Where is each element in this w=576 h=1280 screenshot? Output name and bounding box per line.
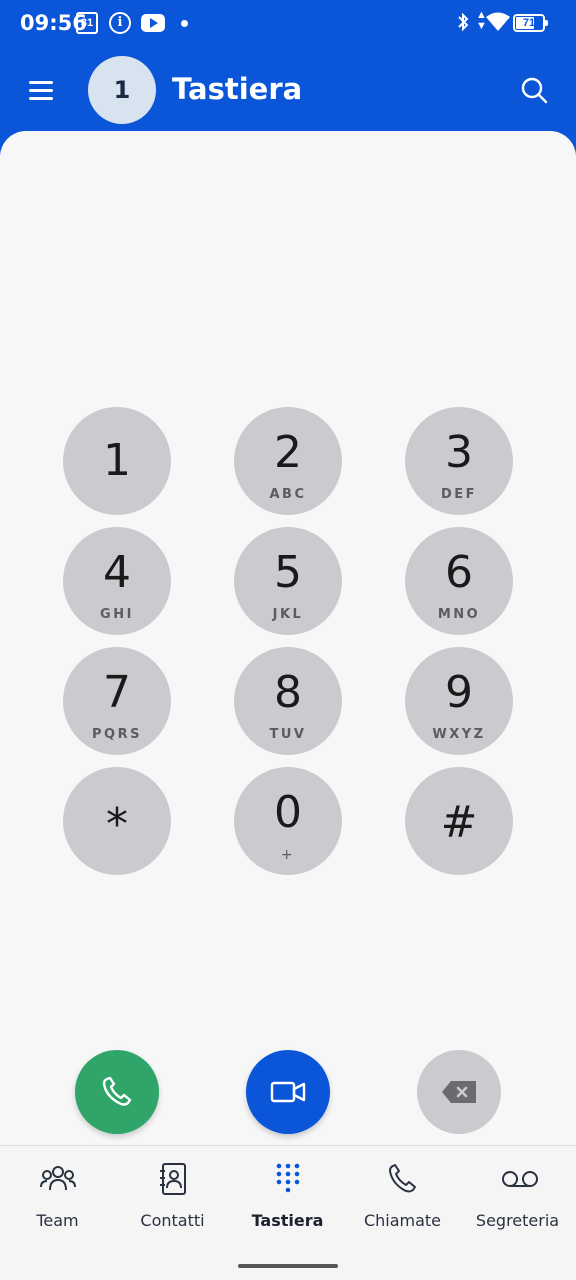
battery-icon: 71 [513, 14, 548, 32]
key-letters: TUV [269, 727, 307, 742]
key-digit: 6 [445, 547, 473, 598]
key-digit: 7 [103, 667, 131, 718]
wifi-icon [486, 12, 510, 34]
key-6[interactable]: 6 MNO [405, 527, 513, 635]
bottom-nav: Team Contatti Tastiera Chiamate Segreter… [0, 1145, 576, 1280]
nav-label: Segreteria [475, 1211, 560, 1230]
nav-item-segreteria[interactable]: Segreteria [460, 1146, 575, 1258]
key-8[interactable]: 8 TUV [234, 647, 342, 755]
key-1[interactable]: 1 [63, 407, 171, 515]
video-camera-icon [270, 1081, 306, 1103]
app-bar: 1 Tastiera [0, 48, 576, 132]
battery-level: 71 [522, 17, 536, 29]
nav-label: Tastiera [251, 1211, 324, 1230]
key-digit: 4 [103, 547, 131, 598]
phone-icon [102, 1076, 132, 1106]
key-3[interactable]: 3 DEF [405, 407, 513, 515]
home-indicator [238, 1264, 338, 1268]
key-9[interactable]: 9 WXYZ [405, 647, 513, 755]
key-digit: # [440, 797, 478, 848]
key-5[interactable]: 5 JKL [234, 527, 342, 635]
calendar-icon: 31 [76, 12, 98, 34]
avatar[interactable]: 1 [88, 56, 156, 124]
key-digit: * [106, 799, 128, 850]
backspace-icon [442, 1081, 476, 1103]
key-letters: ABC [269, 487, 307, 502]
nav-label: Team [36, 1211, 79, 1230]
dialer-sheet: 1 2 ABC 3 DEF 4 GHI 5 JKL 6 MNO 7 PQRS 8… [0, 131, 576, 1280]
nav-item-chiamate[interactable]: Chiamate [345, 1146, 460, 1258]
phone-icon [389, 1164, 416, 1193]
key-letters: MNO [437, 607, 481, 622]
key-7[interactable]: 7 PQRS [63, 647, 171, 755]
info-icon: i [109, 12, 131, 34]
key-2[interactable]: 2 ABC [234, 407, 342, 515]
youtube-icon [141, 14, 165, 32]
key-digit: 1 [103, 435, 131, 486]
key-letters: DEF [440, 487, 478, 502]
key-letters: WXYZ [432, 727, 486, 742]
search-icon[interactable] [518, 74, 550, 106]
status-bar: 09:56 31 i ▲ ▼ 71 [0, 0, 576, 48]
key-hash[interactable]: # [405, 767, 513, 875]
contacts-icon [160, 1163, 186, 1195]
key-letters: JKL [272, 607, 304, 622]
backspace-button[interactable] [417, 1050, 501, 1134]
voicemail-icon [502, 1171, 538, 1187]
team-icon [40, 1166, 76, 1191]
menu-icon[interactable] [24, 76, 58, 104]
notification-dot-icon [181, 20, 188, 27]
key-letters: + [280, 847, 296, 863]
nav-item-contatti[interactable]: Contatti [115, 1146, 230, 1258]
key-digit: 2 [274, 427, 302, 478]
bluetooth-icon [456, 12, 470, 37]
nav-item-tastiera[interactable]: Tastiera [230, 1146, 345, 1258]
key-0[interactable]: 0 + [234, 767, 342, 875]
nav-item-team[interactable]: Team [0, 1146, 115, 1258]
video-call-button[interactable] [246, 1050, 330, 1134]
key-4[interactable]: 4 GHI [63, 527, 171, 635]
page-title: Tastiera [172, 72, 303, 106]
key-digit: 8 [274, 667, 302, 718]
key-letters: GHI [100, 607, 134, 622]
nav-label: Chiamate [363, 1211, 442, 1230]
key-digit: 9 [445, 667, 473, 718]
key-letters: PQRS [92, 727, 142, 742]
key-digit: 3 [445, 427, 473, 478]
key-digit: 0 [274, 787, 302, 838]
key-star[interactable]: * [63, 767, 171, 875]
key-digit: 5 [274, 547, 302, 598]
nav-label: Contatti [140, 1211, 205, 1230]
call-button[interactable] [75, 1050, 159, 1134]
dialpad-icon [276, 1163, 300, 1193]
